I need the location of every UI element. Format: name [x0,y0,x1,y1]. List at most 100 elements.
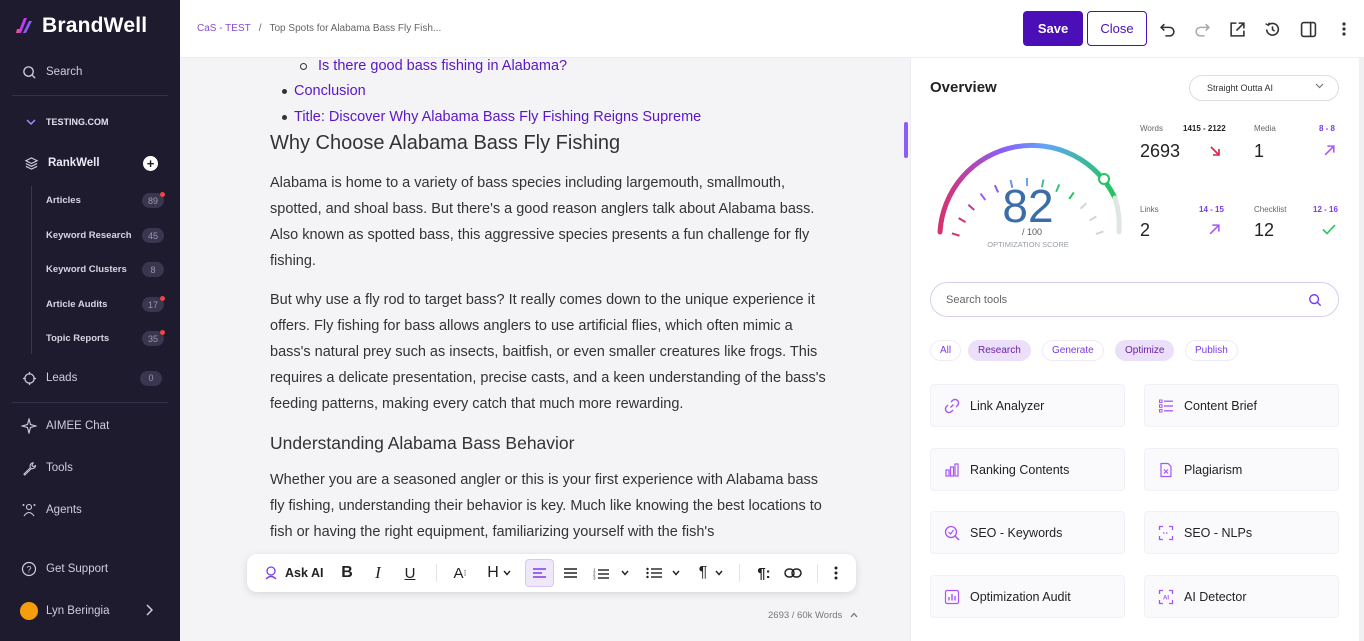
top-bar: CaS - TEST / Top Spots for Alabama Bass … [180,0,1364,58]
list-item[interactable]: Is there good bass fishing in Alabama? [318,58,567,74]
sidebar-item-label: Get Support [46,563,109,575]
font-size-icon[interactable]: A ⁝ [450,563,470,583]
history-icon[interactable] [1261,18,1283,40]
sidebar-item-article-audits[interactable]: Article Audits 17 [46,296,165,312]
search-icon [1309,294,1322,307]
tool-link-analyzer[interactable]: Link Analyzer [930,384,1125,427]
stat-links-value: 2 [1140,220,1151,240]
list-item[interactable]: Title: Discover Why Alabama Bass Fly Fis… [294,109,701,125]
tool-label: Content Brief [1184,398,1257,413]
word-count[interactable]: 2693 / 60k Words [768,610,858,621]
divider [817,564,818,582]
filter-publish[interactable]: Publish [1185,340,1238,361]
underline-icon[interactable]: U [402,563,418,583]
scroll-indicator[interactable] [904,122,908,158]
ordered-list-dropdown[interactable]: 123 [591,563,631,583]
count-badge: 17 [142,296,165,312]
search-icon [20,63,38,81]
heading-dropdown[interactable]: H [482,563,516,583]
breadcrumb-root[interactable]: CaS - TEST [197,23,251,34]
svg-text:AI: AI [1163,595,1169,601]
layers-icon [22,154,40,172]
workspace-selector[interactable]: TESTING.COM [0,114,180,130]
score-caption: OPTIMIZATION SCORE [987,240,1069,249]
user-name: Lyn Beringia [46,605,110,617]
sidebar-item-label: RankWell [48,157,100,169]
save-button[interactable]: Save [1023,11,1083,46]
undo-icon[interactable] [1156,18,1178,40]
count-badge: 0 [140,370,162,386]
sidebar: BrandWell Search TESTING.COM RankWell + … [0,0,180,641]
audit-chart-icon [943,588,961,606]
ask-ai-label: Ask AI [285,566,324,580]
panel-toggle-icon[interactable] [1297,18,1319,40]
sidebar-search-label: Search [46,66,83,78]
link-icon[interactable] [783,563,803,583]
scrollbar[interactable] [1359,58,1364,641]
stat-media-label: Media [1254,124,1276,133]
gauge-tick [1088,215,1097,222]
ask-ai-button[interactable]: Ask AI [263,563,323,583]
divider [12,95,168,96]
tool-content-brief[interactable]: Content Brief [1144,384,1339,427]
italic-icon[interactable]: I [370,563,386,583]
gauge-tick [1079,202,1088,210]
sidebar-item-articles[interactable]: Articles 89 [46,192,165,208]
tool-ai-detector[interactable]: AI AI Detector [1144,575,1339,618]
tool-seo-nlps[interactable]: SEO - NLPs [1144,511,1339,554]
add-icon[interactable]: + [143,156,158,171]
search-keyword-icon [943,524,961,542]
agents-icon [20,501,38,519]
chevron-right-icon [145,604,154,619]
check-icon [1322,224,1336,235]
list-item[interactable]: Conclusion [294,83,366,99]
align-justify-icon[interactable] [562,563,578,583]
sidebar-item-keyword-research[interactable]: Keyword Research 45 [46,228,164,243]
count-badge: 89 [142,192,165,208]
tool-seo-keywords[interactable]: SEO - Keywords [930,511,1125,554]
paragraph-dropdown[interactable]: ¶ [695,563,727,583]
sidebar-item-aimee-chat[interactable]: AIMEE Chat [0,417,180,435]
filter-generate[interactable]: Generate [1042,340,1104,361]
tree-line [31,186,32,354]
chevron-up-icon [850,612,858,618]
trend-down-icon [1210,146,1220,156]
rtl-paragraph-icon[interactable]: ¶: [755,563,773,583]
sidebar-item-agents[interactable]: Agents [0,501,180,519]
more-vertical-icon[interactable] [832,563,840,583]
sparkle-icon [20,417,38,435]
sidebar-item-keyword-clusters[interactable]: Keyword Clusters 8 [46,262,164,277]
ai-scan-icon: AI [1157,588,1175,606]
sidebar-search[interactable]: Search [0,63,180,81]
brand-logo[interactable]: BrandWell [14,14,147,38]
align-left-icon[interactable] [525,559,554,587]
filter-research[interactable]: Research [968,340,1031,361]
close-button[interactable]: Close [1087,11,1147,46]
heading: Why Choose Alabama Bass Fly Fishing [270,132,621,154]
stat-words-value: 2693 [1140,141,1181,161]
tool-plagiarism[interactable]: Plagiarism [1144,448,1339,491]
filter-all[interactable]: All [930,340,962,361]
sidebar-item-leads[interactable]: Leads 0 [0,369,180,387]
search-tools-input[interactable]: Search tools [930,282,1339,317]
more-vertical-icon[interactable] [1333,18,1355,40]
sidebar-item-topic-reports[interactable]: Topic Reports 35 [46,330,165,346]
sidebar-item-label: Agents [46,504,82,516]
sidebar-item-rankwell[interactable]: RankWell + [0,154,180,172]
stat-media-value: 1 [1254,141,1265,161]
bar-chart-icon [943,461,961,479]
bold-icon[interactable]: B [339,563,355,583]
tool-optimization-audit[interactable]: Optimization Audit [930,575,1125,618]
score-value: 82 [1002,180,1053,232]
external-link-icon[interactable] [1226,18,1248,40]
paragraph: Whether you are a seasoned angler or thi… [270,472,822,540]
redo-icon[interactable] [1191,18,1213,40]
filter-optimize[interactable]: Optimize [1115,340,1175,361]
stat-media-range: 8 - 8 [1319,124,1336,133]
user-menu[interactable]: Lyn Beringia [0,602,180,620]
sidebar-item-tools[interactable]: Tools [0,459,180,477]
bullet-list-dropdown[interactable] [643,563,683,583]
tool-ranking-contents[interactable]: Ranking Contents [930,448,1125,491]
mode-select[interactable]: Straight Outta AI [1189,75,1339,101]
sidebar-item-get-support[interactable]: ? Get Support [0,560,180,578]
